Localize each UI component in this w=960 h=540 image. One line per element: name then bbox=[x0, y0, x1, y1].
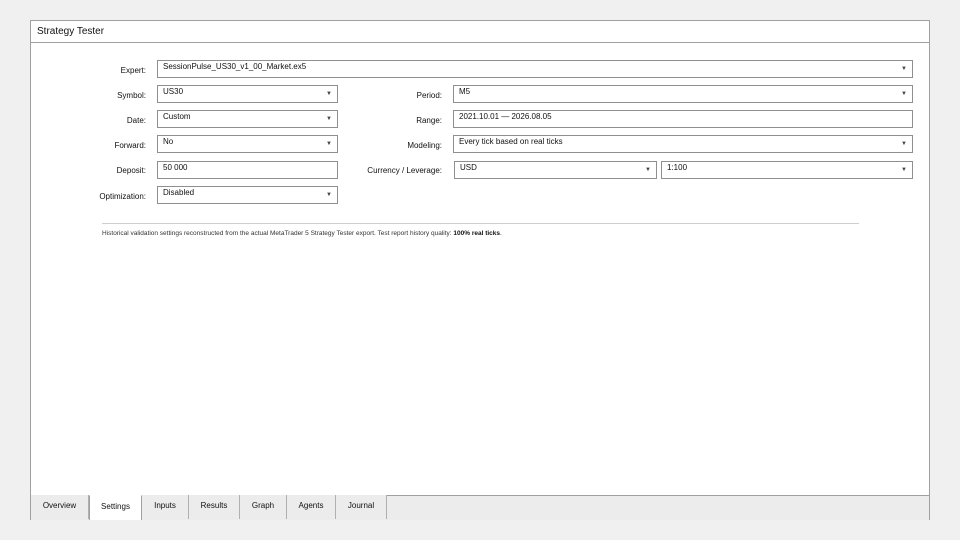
deposit-input[interactable]: 50 000 bbox=[157, 161, 338, 179]
modeling-value: Every tick based on real ticks bbox=[459, 137, 563, 146]
window-title: Strategy Tester bbox=[37, 26, 105, 37]
deposit-label: Deposit: bbox=[116, 166, 146, 175]
chevron-down-icon: ▼ bbox=[326, 116, 332, 122]
chevron-down-icon: ▼ bbox=[901, 167, 907, 173]
modeling-label: Modeling: bbox=[407, 141, 442, 150]
tab-results[interactable]: Results bbox=[189, 495, 240, 519]
tab-settings[interactable]: Settings bbox=[89, 495, 142, 520]
forward-select[interactable]: No ▼ bbox=[157, 135, 338, 153]
currency-select[interactable]: USD ▼ bbox=[454, 161, 657, 179]
chevron-down-icon: ▼ bbox=[901, 91, 907, 97]
deposit-value: 50 000 bbox=[163, 163, 188, 172]
section-divider bbox=[102, 223, 859, 224]
validation-note-text: Historical validation settings reconstru… bbox=[102, 230, 454, 237]
currency-value: USD bbox=[460, 163, 477, 172]
validation-note: Historical validation settings reconstru… bbox=[102, 230, 502, 237]
leverage-value: 1:100 bbox=[667, 163, 688, 172]
symbol-select[interactable]: US30 ▼ bbox=[157, 85, 338, 103]
leverage-select[interactable]: 1:100 ▼ bbox=[661, 161, 913, 179]
tab-agents[interactable]: Agents bbox=[287, 495, 336, 519]
chevron-down-icon: ▼ bbox=[326, 192, 332, 198]
tab-graph[interactable]: Graph bbox=[240, 495, 287, 519]
optimization-value: Disabled bbox=[163, 188, 195, 197]
period-value: M5 bbox=[459, 87, 471, 96]
validation-note-end: . bbox=[500, 230, 502, 237]
currency-leverage-label: Currency / Leverage: bbox=[367, 166, 442, 175]
forward-label: Forward: bbox=[114, 141, 146, 150]
forward-value: No bbox=[163, 137, 174, 146]
optimization-label: Optimization: bbox=[99, 192, 146, 201]
tab-inputs[interactable]: Inputs bbox=[142, 495, 189, 519]
period-select[interactable]: M5 ▼ bbox=[453, 85, 913, 103]
range-value: 2021.10.01 — 2026.08.05 bbox=[459, 112, 552, 121]
date-select[interactable]: Custom ▼ bbox=[157, 110, 338, 128]
chevron-down-icon: ▼ bbox=[645, 167, 651, 173]
modeling-select[interactable]: Every tick based on real ticks ▼ bbox=[453, 135, 913, 153]
range-label: Range: bbox=[416, 116, 442, 125]
symbol-value: US30 bbox=[163, 87, 184, 96]
chevron-down-icon: ▼ bbox=[326, 91, 332, 97]
tab-overview[interactable]: Overview bbox=[31, 495, 89, 519]
symbol-label: Symbol: bbox=[117, 91, 146, 100]
period-label: Period: bbox=[416, 91, 442, 100]
title-bar: Strategy Tester bbox=[31, 21, 929, 43]
optimization-select[interactable]: Disabled ▼ bbox=[157, 186, 338, 204]
expert-value: SessionPulse_US30_v1_00_Market.ex5 bbox=[163, 62, 307, 71]
history-quality: 100% real ticks bbox=[453, 230, 501, 237]
date-value: Custom bbox=[163, 112, 191, 121]
expert-select[interactable]: SessionPulse_US30_v1_00_Market.ex5 ▼ bbox=[157, 60, 913, 78]
range-input[interactable]: 2021.10.01 — 2026.08.05 bbox=[453, 110, 913, 128]
chevron-down-icon: ▼ bbox=[901, 141, 907, 147]
chevron-down-icon: ▼ bbox=[326, 141, 332, 147]
chevron-down-icon: ▼ bbox=[901, 66, 907, 72]
tab-bar: Overview Settings Inputs Results Graph A… bbox=[31, 495, 929, 520]
tab-journal[interactable]: Journal bbox=[336, 495, 387, 519]
expert-label: Expert: bbox=[120, 66, 146, 75]
strategy-tester-window: Strategy Tester Expert: SessionPulse_US3… bbox=[30, 20, 930, 520]
date-label: Date: bbox=[126, 116, 146, 125]
